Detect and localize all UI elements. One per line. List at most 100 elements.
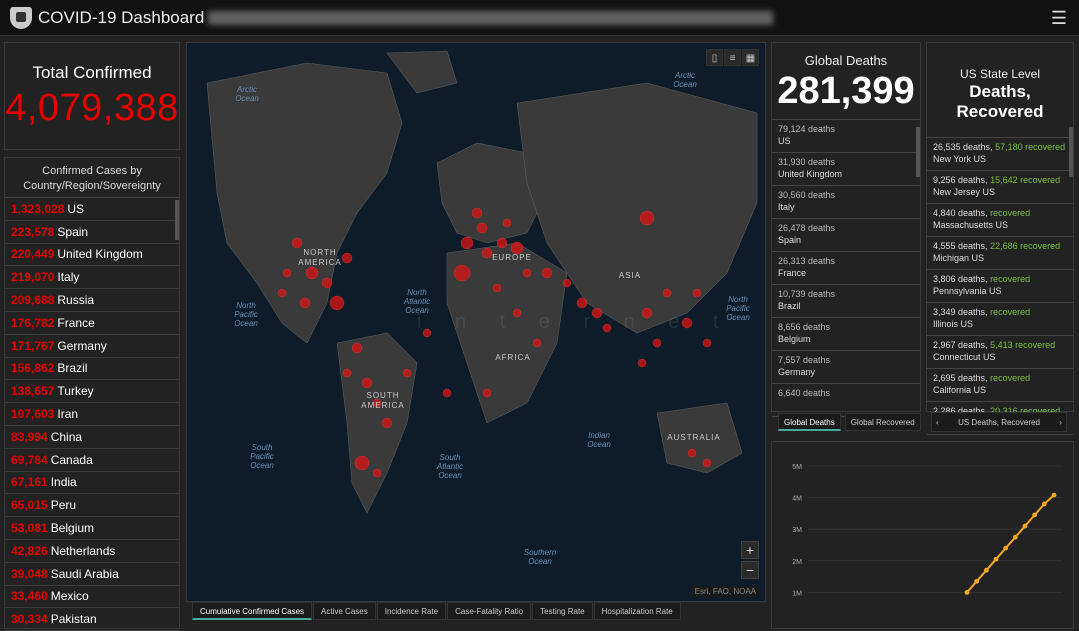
country-row[interactable]: 67,161 India [5,472,179,495]
case-bubble[interactable] [652,338,662,348]
country-row[interactable]: 65,015 Peru [5,494,179,518]
country-row[interactable]: 156,862 Brazil [5,358,179,381]
case-bubble[interactable] [702,458,712,468]
country-row[interactable]: 209,688 Russia [5,289,179,312]
case-bubble[interactable] [637,358,647,368]
case-bubble[interactable] [502,218,512,228]
global-death-row[interactable]: 31,930 deaths United Kingdom [772,153,920,186]
case-bubble[interactable] [471,207,483,219]
ocean-label-north-pacific-left: North Pacific Ocean [234,301,258,328]
map-tab[interactable]: Active Cases [313,602,376,620]
country-row[interactable]: 219,070 Italy [5,266,179,290]
watermark: i n t e r n e t [417,311,733,333]
menu-icon[interactable]: ☰ [1051,8,1067,29]
us-state-row[interactable]: 26,535 deaths, 57,180 recovered New York … [927,138,1073,171]
us-state-row[interactable]: 3,806 deaths, recovered Pennsylvania US [927,270,1073,303]
global-deaths-scrollbar[interactable] [916,127,920,177]
us-state-counts: 2,967 deaths, 5,413 recovered [933,339,1067,351]
zoom-out-button[interactable]: − [741,561,759,579]
country-list-scrollbar[interactable] [175,200,179,240]
case-bubble[interactable] [522,268,532,278]
country-row[interactable]: 220,449 United Kingdom [5,244,179,267]
case-bubble[interactable] [361,377,373,389]
case-bubble[interactable] [329,295,345,311]
us-state-row[interactable]: 4,555 deaths, 22,686 recovered Michigan U… [927,237,1073,270]
case-bubble[interactable] [305,266,319,280]
case-bubble[interactable] [402,368,412,378]
case-bubble[interactable] [351,342,363,354]
case-bubble[interactable] [541,267,553,279]
case-bubble[interactable] [299,297,311,309]
us-state-row[interactable]: 4,840 deaths, recovered Massachusetts US [927,204,1073,237]
global-death-row[interactable]: 8,656 deaths Belgium [772,318,920,351]
us-state-row[interactable]: 2,695 deaths, recovered California US [927,369,1073,402]
country-row[interactable]: 223,578 Spain [5,221,179,244]
global-death-row[interactable]: 30,560 deaths Italy [772,186,920,219]
chevron-left-icon[interactable]: ‹ [936,418,939,427]
country-row[interactable]: 171,767 Germany [5,335,179,358]
map-tab[interactable]: Testing Rate [532,602,593,620]
global-death-row[interactable]: 10,739 deaths Brazil [772,285,920,318]
map-tab[interactable]: Incidence Rate [376,602,447,620]
case-bubble[interactable] [562,278,572,288]
country-name: Mexico [50,589,89,604]
case-bubble[interactable] [442,388,452,398]
global-death-row[interactable]: 26,313 deaths France [772,252,920,285]
global-death-row[interactable]: 79,124 deaths US [772,120,920,153]
case-bubble[interactable] [496,237,508,249]
bookmark-icon[interactable]: ▯ [706,49,723,66]
case-bubble[interactable] [381,417,393,429]
us-death-count: 4,555 deaths, [933,241,988,251]
country-row[interactable]: 69,784 Canada [5,449,179,472]
case-bubble[interactable] [282,268,292,278]
case-bubble[interactable] [532,338,542,348]
zoom-in-button[interactable]: + [741,541,759,559]
case-bubble[interactable] [342,368,352,378]
legend-list-icon[interactable]: ≡ [724,49,741,66]
us-state-counts: 4,555 deaths, 22,686 recovered [933,240,1067,252]
case-bubble[interactable] [482,388,492,398]
us-state-scrollbar[interactable] [1069,127,1073,177]
us-state-row[interactable]: 9,256 deaths, 15,642 recovered New Jersey… [927,171,1073,204]
case-bubble[interactable] [372,468,382,478]
case-bubble[interactable] [291,237,303,249]
case-bubble[interactable] [354,455,370,471]
chevron-right-icon[interactable]: › [1059,418,1062,427]
case-bubble[interactable] [277,288,287,298]
global-death-row[interactable]: 7,557 deaths Germany [772,351,920,384]
world-map[interactable]: i n t e r n e t Arctic Ocean Arctic Ocea… [186,42,766,602]
country-row[interactable]: 83,994 China [5,426,179,449]
global-death-row[interactable]: 26,478 deaths Spain [772,219,920,252]
country-row[interactable]: 53,081 Belgium [5,517,179,540]
case-bubble[interactable] [321,277,333,289]
global-deaths-tab[interactable]: Global Deaths [778,413,841,431]
us-state-row[interactable]: 3,349 deaths, recovered Illinois US [927,303,1073,336]
us-death-count: 9,256 deaths, [933,175,988,185]
case-bubble[interactable] [662,288,672,298]
global-deaths-tab[interactable]: Global Recovered [844,413,921,431]
country-row[interactable]: 33,460 Mexico [5,586,179,609]
case-bubble[interactable] [460,236,474,250]
country-row[interactable]: 107,603 Iran [5,403,179,426]
country-row[interactable]: 176,782 France [5,312,179,335]
case-bubble[interactable] [692,288,702,298]
map-tab[interactable]: Hospitalization Rate [593,602,681,620]
case-bubble[interactable] [453,264,471,282]
country-row[interactable]: 30,334 Pakistan [5,608,179,631]
country-row[interactable]: 39,048 Saudi Arabia [5,563,179,586]
country-row[interactable]: 42,826 Netherlands [5,540,179,563]
case-bubble[interactable] [576,297,588,309]
country-row[interactable]: 1,323,028 US [5,198,179,221]
case-bubble[interactable] [687,448,697,458]
us-state-row[interactable]: 2,967 deaths, 5,413 recovered Connecticut… [927,336,1073,369]
case-bubble[interactable] [639,210,655,226]
case-bubble[interactable] [492,283,502,293]
case-bubble[interactable] [476,222,488,234]
country-row[interactable]: 138,657 Turkey [5,380,179,404]
case-bubble[interactable] [702,338,712,348]
map-tab[interactable]: Case-Fatality Ratio [447,602,532,620]
basemap-grid-icon[interactable]: ▦ [742,49,759,66]
country-value: 83,994 [11,429,48,444]
us-state-nav-label[interactable]: US Deaths, Recovered [958,418,1040,427]
map-tab[interactable]: Cumulative Confirmed Cases [192,602,313,620]
